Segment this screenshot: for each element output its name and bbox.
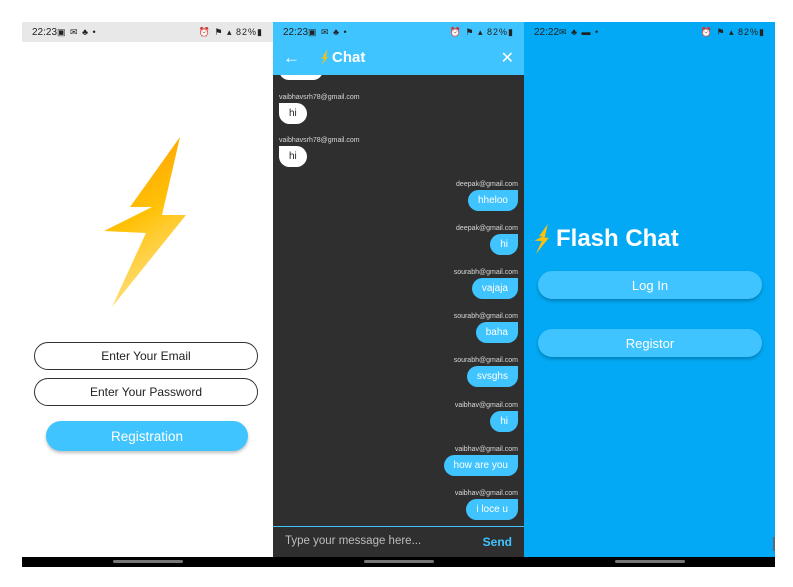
login-button[interactable]: Log In — [538, 271, 762, 299]
email-field[interactable]: Enter Your Email — [34, 342, 258, 370]
status-notification-icons: ✉ ♣ ▬ • — [559, 26, 600, 37]
brand-title: Flash Chat — [556, 225, 679, 252]
message-sender: deepak@gmail.com — [456, 181, 518, 188]
password-placeholder: Enter Your Password — [89, 385, 203, 399]
message-list[interactable]: vaibhavsrh78@gmail.com hi vaibhavsrh78@g… — [273, 75, 524, 526]
password-field[interactable]: Enter Your Password — [34, 378, 258, 406]
brand-header: Flash Chat — [534, 224, 679, 254]
close-icon[interactable]: ✕ — [501, 48, 514, 68]
message-sender: vaibhav@gmail.com — [454, 402, 518, 409]
status-system-icons: ⏰ ⚑ ▴ 82%▮ — [198, 26, 263, 37]
message-sender: vaibhav@gmail.com — [454, 446, 518, 453]
registration-screen: 22:23 ▣ ✉ ♣ • ⏰ ⚑ ▴ 82%▮ Enter Your Emai… — [22, 22, 273, 567]
registration-button[interactable]: Registration — [46, 421, 248, 451]
status-bar: 22:22 ✉ ♣ ▬ • ⏰ ⚑ ▴ 82%▮ — [524, 22, 775, 42]
message-sender: vaibhavsrh78@gmail.com — [279, 94, 360, 101]
status-notification-icons: ▣ ✉ ♣ • — [57, 26, 97, 37]
home-handle[interactable] — [112, 560, 183, 563]
message-bubble: svsghs — [466, 366, 518, 387]
chat-title: Chat — [320, 49, 365, 66]
back-arrow-icon[interactable]: ← — [283, 48, 300, 68]
cutoff-message-bubble — [279, 75, 323, 80]
message-sender: sourabh@gmail.com — [453, 357, 518, 364]
chat-app-bar: ← Chat ✕ — [273, 42, 524, 75]
message-bubble: baha — [475, 322, 518, 343]
welcome-screen: 22:22 ✉ ♣ ▬ • ⏰ ⚑ ▴ 82%▮ Flash Chat Log … — [524, 22, 775, 567]
register-button[interactable]: Registor — [538, 329, 762, 357]
nav-bar — [22, 557, 273, 567]
message-bubble: hi — [279, 146, 307, 167]
status-notification-icons: ▣ ✉ ♣ • — [308, 26, 348, 37]
home-handle[interactable] — [614, 560, 685, 563]
lightning-icon — [320, 50, 328, 65]
message-sender: deepak@gmail.com — [456, 225, 518, 232]
message-bubble: i loce u — [466, 499, 518, 520]
message-bubble: hheloo — [467, 190, 518, 211]
email-placeholder: Enter Your Email — [101, 349, 191, 363]
message-sender: sourabh@gmail.com — [453, 313, 518, 320]
message: sourabh@gmail.com svsghs — [454, 357, 518, 387]
message: sourabh@gmail.com baha — [454, 313, 518, 343]
status-time: 22:22 — [534, 26, 560, 38]
message: vaibhavsrh78@gmail.com hi — [279, 137, 360, 167]
message-bubble: how are you — [443, 455, 518, 476]
status-system-icons: ⏰ ⚑ ▴ 82%▮ — [700, 26, 765, 37]
message-bubble: hi — [279, 103, 307, 124]
chat-title-text: Chat — [332, 49, 366, 66]
message: deepak@gmail.com hi — [456, 225, 518, 255]
nav-bar — [273, 557, 524, 567]
message-input[interactable]: Type your message here... — [285, 535, 421, 547]
lightning-icon — [534, 224, 549, 254]
send-button[interactable]: Send — [483, 535, 512, 549]
message: vaibhav@gmail.com hi — [455, 402, 518, 432]
lightning-logo-icon — [104, 137, 186, 307]
message: vaibhavsrh78@gmail.com hi — [279, 94, 360, 124]
status-system-icons: ⏰ ⚑ ▴ 82%▮ — [449, 26, 514, 37]
message-sender: vaibhavsrh78@gmail.com — [279, 137, 360, 144]
chat-screen: 22:23 ▣ ✉ ♣ • ⏰ ⚑ ▴ 82%▮ ← Chat ✕ vaibha… — [273, 22, 524, 567]
nav-bar — [524, 557, 775, 567]
message-sender: sourabh@gmail.com — [453, 269, 518, 276]
message-sender: vaibhav@gmail.com — [454, 490, 518, 497]
message: vaibhav@gmail.com i loce u — [455, 490, 518, 520]
message-composer: Type your message here... Send — [273, 526, 524, 557]
message: vaibhav@gmail.com how are you — [443, 446, 518, 476]
status-bar: 22:23 ▣ ✉ ♣ • ⏰ ⚑ ▴ 82%▮ — [273, 22, 524, 42]
message-bubble: hi — [490, 411, 518, 432]
status-bar: 22:23 ▣ ✉ ♣ • ⏰ ⚑ ▴ 82%▮ — [22, 22, 273, 42]
home-handle[interactable] — [363, 560, 434, 563]
message-bubble: vajaja — [471, 278, 518, 299]
message-bubble: hi — [490, 234, 518, 255]
message: deepak@gmail.com hheloo — [456, 181, 518, 211]
scroll-edge-indicator — [773, 537, 775, 551]
message: sourabh@gmail.com vajaja — [454, 269, 518, 299]
status-time: 22:23 — [283, 26, 309, 38]
status-time: 22:23 — [32, 26, 58, 38]
